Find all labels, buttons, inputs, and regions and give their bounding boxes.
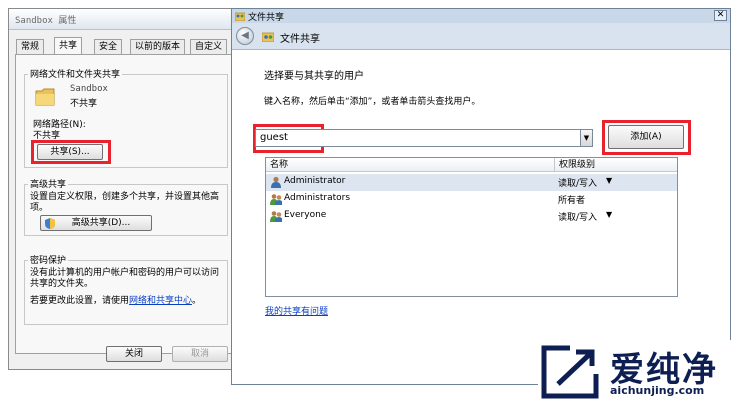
properties-window: Sandbox 属性 常规 共享 安全 以前的版本 自定义 网络文件和文件夹共享… <box>8 8 240 370</box>
tab-security[interactable]: 安全 <box>94 39 123 54</box>
group-icon <box>270 194 282 205</box>
dialog-nav-bar: ◀ 文件共享 <box>232 23 730 50</box>
sharing-tab-panel: 网络文件和文件夹共享 Sandbox 不共享 网络路径(N): 不共享 共享(S… <box>15 54 237 354</box>
password-description-line3: 若要更改此设置，请使用网络和共享中心。 <box>30 293 201 306</box>
advanced-description-line1: 设置自定义权限，创建多个共享，并设置其他高 <box>30 192 220 202</box>
column-header-permission[interactable]: 权限级别 <box>555 158 677 172</box>
file-sharing-dialog: 文件共享 ✕ ◀ 文件共享 选择要与其共享的用户 键入名称，然后单击“添加”，或… <box>231 8 731 385</box>
column-header-name[interactable]: 名称 <box>266 158 555 172</box>
permission-level[interactable]: 读取/写入 <box>558 210 597 223</box>
network-sharing-center-link[interactable]: 网络和共享中心 <box>129 296 192 306</box>
tab-customize[interactable]: 自定义 <box>190 39 228 54</box>
folder-share-status: 不共享 <box>70 99 98 109</box>
close-button[interactable]: 关闭 <box>106 346 162 362</box>
user-list: 名称 权限级别 Administrator 读取/写入 ▼ Administra… <box>265 157 678 297</box>
group-icon <box>270 211 282 222</box>
advanced-description-line2: 项。 <box>30 203 49 213</box>
user-name: Everyone <box>284 210 327 220</box>
watermark-logo: 爱纯净 aichunjing.com <box>538 340 740 402</box>
add-button[interactable]: 添加(A) <box>608 125 684 149</box>
user-name: Administrators <box>284 193 351 203</box>
share-folder-icon <box>235 12 245 21</box>
dialog-header-title: 文件共享 <box>280 34 320 45</box>
properties-title-bar: Sandbox 属性 <box>9 9 239 30</box>
tab-general[interactable]: 常规 <box>16 39 45 54</box>
list-item[interactable]: Administrators 所有者 <box>266 191 677 208</box>
dialog-instruction: 键入名称，然后单击“添加”，或者单击箭头查找用户。 <box>264 97 481 107</box>
properties-title: Sandbox 属性 <box>15 16 77 26</box>
list-item[interactable]: Everyone 读取/写入 ▼ <box>266 208 677 225</box>
dialog-title-bar: 文件共享 ✕ <box>232 9 730 23</box>
tab-sharing[interactable]: 共享 <box>54 37 83 55</box>
share-group-title: 网络文件和文件夹共享 <box>28 67 123 80</box>
permission-level[interactable]: 读取/写入 <box>558 176 597 189</box>
logo-mark-icon <box>541 345 599 399</box>
folder-name: Sandbox <box>70 84 108 94</box>
user-name-combobox[interactable]: guest ▼ <box>255 129 593 147</box>
permission-dropdown-icon[interactable]: ▼ <box>606 210 612 219</box>
password-change-text: 若要更改此设置，请使用 <box>30 296 130 306</box>
user-name-input[interactable]: guest <box>260 132 288 143</box>
advanced-share-button[interactable]: 高级共享(D)... <box>40 215 152 231</box>
user-icon <box>271 176 281 188</box>
permission-level: 所有者 <box>558 196 586 206</box>
folder-icon <box>35 88 55 106</box>
dialog-heading: 选择要与其共享的用户 <box>264 71 364 82</box>
password-period: 。 <box>192 296 202 306</box>
permission-dropdown-icon[interactable]: ▼ <box>606 176 612 185</box>
tab-previous-versions[interactable]: 以前的版本 <box>130 39 186 54</box>
list-item[interactable]: Administrator 读取/写入 ▼ <box>266 174 677 191</box>
dialog-body: 选择要与其共享的用户 键入名称，然后单击“添加”，或者单击箭头查找用户。 gue… <box>232 50 730 384</box>
shield-icon <box>45 218 55 229</box>
password-description-line2: 共享的文件夹。 <box>30 279 94 289</box>
dialog-title: 文件共享 <box>248 13 285 23</box>
share-folder-icon <box>262 32 274 42</box>
sharing-help-link[interactable]: 我的共享有问题 <box>265 304 328 317</box>
share-button[interactable]: 共享(S)... <box>37 144 103 160</box>
user-name: Administrator <box>284 176 346 186</box>
cancel-button[interactable]: 取消 <box>172 346 228 362</box>
advanced-share-button-label: 高级共享(D)... <box>71 218 131 228</box>
dropdown-arrow-icon[interactable]: ▼ <box>580 130 592 146</box>
watermark-domain: aichunjing.com <box>610 384 705 397</box>
back-arrow-icon[interactable]: ◀ <box>236 27 254 45</box>
dialog-close-icon[interactable]: ✕ <box>714 10 727 21</box>
